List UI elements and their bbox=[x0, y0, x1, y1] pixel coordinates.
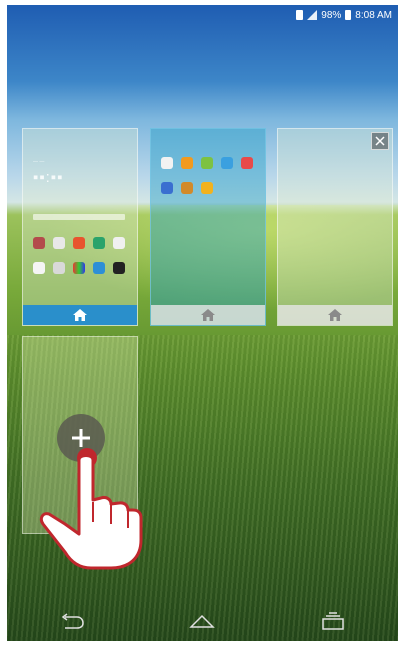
mini-app-icon bbox=[73, 237, 85, 249]
delete-screen-button[interactable] bbox=[371, 132, 389, 150]
mini-clock-widget: ▪▪:▪▪ bbox=[33, 169, 64, 186]
status-bar: 98% 8:08 AM bbox=[296, 8, 392, 22]
screen-thumbnail-home[interactable]: — — ▪▪:▪▪ bbox=[22, 128, 138, 326]
mini-app-row-2 bbox=[33, 262, 125, 274]
hand-pointer-icon bbox=[39, 448, 143, 570]
navigation-bar bbox=[7, 601, 398, 641]
mini-app-row-1 bbox=[161, 157, 253, 169]
mini-app-icon bbox=[53, 262, 65, 274]
mini-app-icon bbox=[221, 157, 233, 169]
mini-app-icon bbox=[161, 182, 173, 194]
mini-app-icon bbox=[113, 237, 125, 249]
mini-app-icon bbox=[161, 157, 173, 169]
close-icon bbox=[375, 136, 385, 146]
mini-app-icon bbox=[181, 157, 193, 169]
mini-app-icon bbox=[201, 182, 213, 194]
set-home-button[interactable] bbox=[278, 305, 392, 325]
signal-icon bbox=[307, 10, 318, 20]
mini-app-icon bbox=[241, 157, 253, 169]
mini-app-icon bbox=[201, 157, 213, 169]
mini-app-icon bbox=[73, 262, 85, 274]
battery-icon bbox=[345, 10, 352, 20]
mini-app-icon bbox=[93, 262, 105, 274]
home-screen-indicator[interactable] bbox=[23, 305, 137, 325]
sim-icon bbox=[296, 10, 304, 20]
set-home-button[interactable] bbox=[151, 305, 265, 325]
back-button[interactable] bbox=[52, 608, 92, 634]
screen-thumbnail-2[interactable] bbox=[150, 128, 266, 326]
mini-app-icon bbox=[113, 262, 125, 274]
recent-apps-button[interactable] bbox=[313, 608, 353, 634]
mini-app-icon bbox=[181, 182, 193, 194]
mini-app-icon bbox=[33, 262, 45, 274]
battery-percent: 98% bbox=[321, 9, 342, 21]
mini-search-bar bbox=[33, 214, 125, 220]
mini-app-icon bbox=[53, 237, 65, 249]
mini-clock-date: — — bbox=[33, 159, 45, 165]
home-icon bbox=[73, 309, 87, 321]
mini-app-icon bbox=[33, 237, 45, 249]
recent-apps-icon bbox=[322, 612, 344, 630]
home-icon bbox=[189, 614, 216, 628]
home-nav-button[interactable] bbox=[182, 608, 222, 634]
back-icon bbox=[61, 613, 84, 629]
home-icon bbox=[328, 309, 342, 321]
launcher-screen: 98% 8:08 AM — — ▪▪:▪▪ bbox=[7, 5, 398, 641]
status-time: 8:08 AM bbox=[355, 9, 392, 21]
screen-thumbnail-3[interactable] bbox=[277, 128, 393, 326]
mini-app-icon bbox=[93, 237, 105, 249]
mini-app-row-1 bbox=[33, 237, 125, 249]
mini-app-row-2 bbox=[161, 182, 213, 194]
home-icon bbox=[201, 309, 215, 321]
